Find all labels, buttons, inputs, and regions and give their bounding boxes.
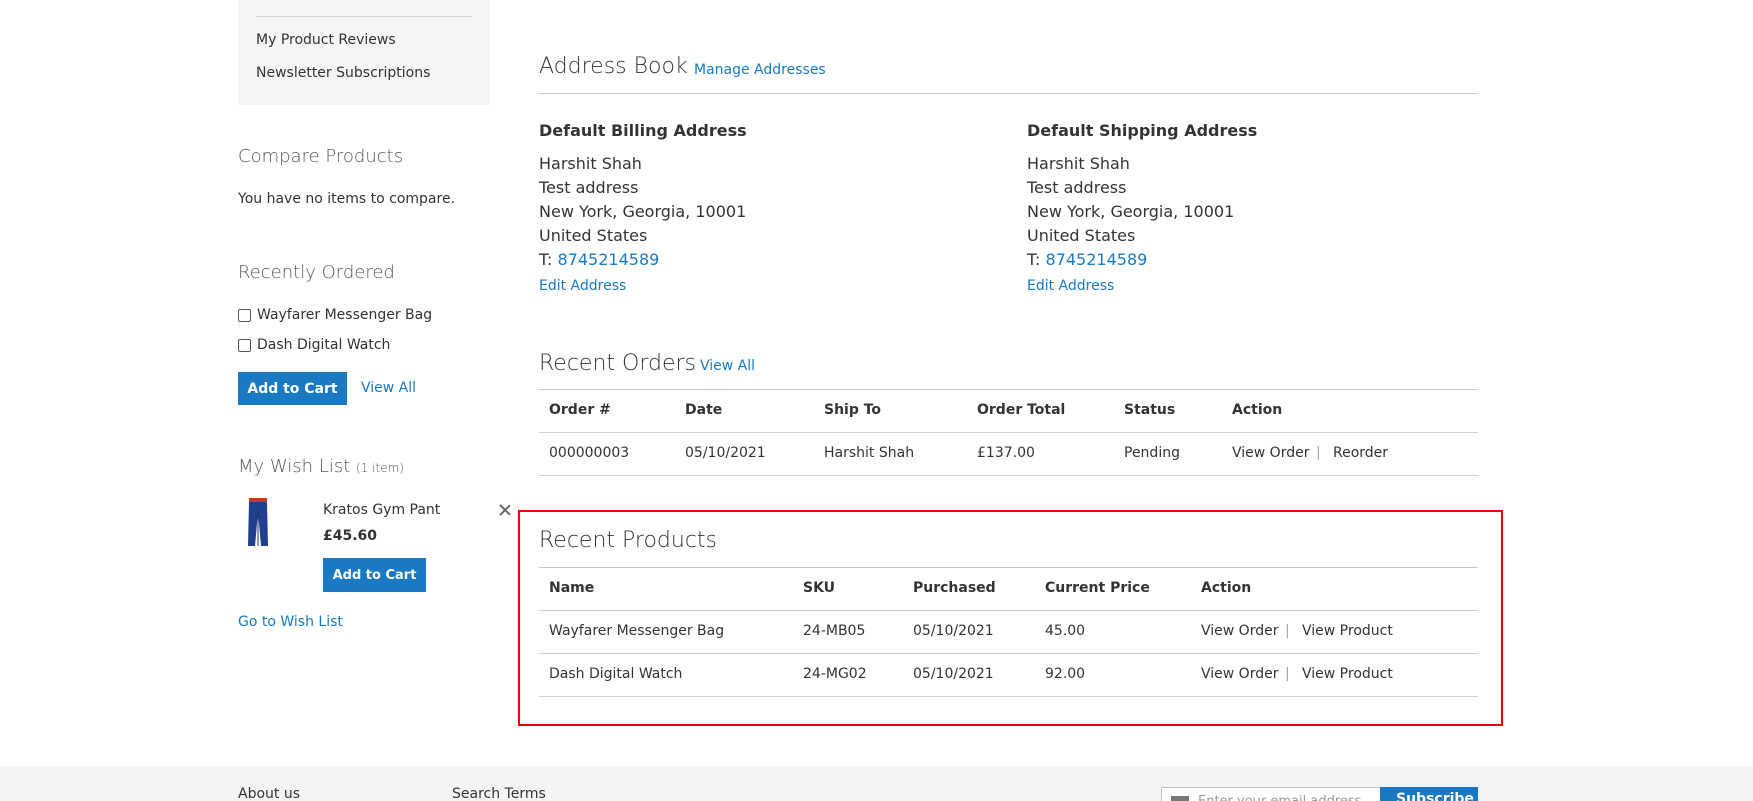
order-status: Pending	[1124, 445, 1180, 461]
address-book-title: Address Book	[539, 54, 688, 79]
action-separator: |	[1316, 445, 1321, 461]
billing-phone-link[interactable]: 8745214589	[558, 250, 660, 269]
recent-item-checkbox[interactable]	[238, 308, 251, 322]
highlight-box	[518, 510, 1503, 726]
recent-item-label: Dash Digital Watch	[257, 337, 391, 353]
billing-phone-row: T: 8745214589	[539, 250, 659, 269]
envelope-icon	[1171, 796, 1189, 801]
section-divider	[539, 389, 1478, 390]
shipping-phone-link[interactable]: 8745214589	[1046, 250, 1148, 269]
shipping-phone-row: T: 8745214589	[1027, 250, 1147, 269]
shipping-edit-link[interactable]: Edit Address	[1027, 278, 1114, 294]
col-header-status: Status	[1124, 402, 1176, 418]
wishlist-add-to-cart-button[interactable]: Add to Cart	[323, 558, 426, 592]
section-divider	[539, 93, 1478, 94]
wishlist-product-name[interactable]: Kratos Gym Pant	[323, 502, 440, 518]
newsletter-email-input[interactable]: Enter your email address	[1161, 787, 1381, 801]
col-header-action: Action	[1232, 402, 1283, 418]
manage-addresses-link[interactable]: Manage Addresses	[694, 62, 826, 78]
billing-city: New York, Georgia, 10001	[539, 202, 747, 221]
billing-street: Test address	[539, 178, 639, 197]
order-ship-to: Harshit Shah	[824, 445, 915, 461]
shipping-city: New York, Georgia, 10001	[1027, 202, 1235, 221]
recent-item-row: Wayfarer Messenger Bag	[238, 307, 432, 323]
col-header-date: Date	[685, 402, 723, 418]
recent-item-label: Wayfarer Messenger Bag	[257, 307, 433, 323]
footer-link-search-terms[interactable]: Search Terms	[452, 786, 546, 801]
shipping-street: Test address	[1027, 178, 1127, 197]
wishlist-title: My Wish List (1 item)	[238, 456, 404, 477]
order-date: 05/10/2021	[685, 445, 766, 461]
row-divider	[539, 475, 1478, 476]
recent-add-to-cart-button[interactable]: Add to Cart	[238, 372, 347, 405]
recent-orders-title: Recent Orders	[539, 351, 697, 376]
col-header-order-total: Order Total	[977, 402, 1066, 418]
shipping-title: Default Shipping Address	[1027, 121, 1258, 140]
col-header-order: Order #	[549, 402, 611, 418]
col-header-ship-to: Ship To	[824, 402, 882, 418]
subscribe-button[interactable]: Subscribe	[1380, 787, 1478, 801]
go-to-wishlist-link[interactable]: Go to Wish List	[238, 614, 343, 630]
recent-view-all-link[interactable]: View All	[361, 380, 416, 396]
billing-name: Harshit Shah	[539, 154, 642, 173]
row-divider	[539, 432, 1478, 433]
shipping-country: United States	[1027, 226, 1136, 245]
sidebar: My Product Reviews Newsletter Subscripti…	[238, 0, 490, 630]
order-total: £137.00	[977, 445, 1035, 461]
compare-empty-text: You have no items to compare.	[238, 191, 456, 207]
shipping-phone-label: T:	[1027, 250, 1041, 269]
nav-item-newsletter[interactable]: Newsletter Subscriptions	[256, 65, 430, 81]
close-icon[interactable]	[498, 503, 512, 517]
billing-country: United States	[539, 226, 648, 245]
product-thumbnail[interactable]	[238, 498, 278, 548]
view-order-link[interactable]: View Order	[1232, 445, 1309, 461]
billing-phone-label: T:	[539, 250, 553, 269]
shipping-name: Harshit Shah	[1027, 154, 1130, 173]
footer-link-about[interactable]: About us	[238, 786, 300, 801]
wishlist-product-price: £45.60	[323, 528, 378, 544]
recent-item-checkbox[interactable]	[238, 338, 251, 352]
billing-title: Default Billing Address	[539, 121, 747, 140]
compare-title: Compare Products	[238, 146, 404, 167]
nav-divider	[256, 16, 472, 17]
recent-orders-view-all-link[interactable]: View All	[700, 358, 755, 374]
order-number: 000000003	[549, 445, 630, 461]
reorder-link[interactable]: Reorder	[1333, 445, 1388, 461]
recent-item-row: Dash Digital Watch	[238, 337, 390, 353]
account-nav: My Product Reviews Newsletter Subscripti…	[238, 0, 490, 105]
wishlist-title-text: My Wish List	[238, 456, 351, 477]
billing-edit-link[interactable]: Edit Address	[539, 278, 626, 294]
recently-ordered-title: Recently Ordered	[238, 262, 395, 283]
nav-item-product-reviews[interactable]: My Product Reviews	[256, 32, 396, 48]
footer: About us Search Terms Enter your email a…	[0, 766, 1753, 801]
wishlist-count: (1 item)	[356, 461, 404, 475]
